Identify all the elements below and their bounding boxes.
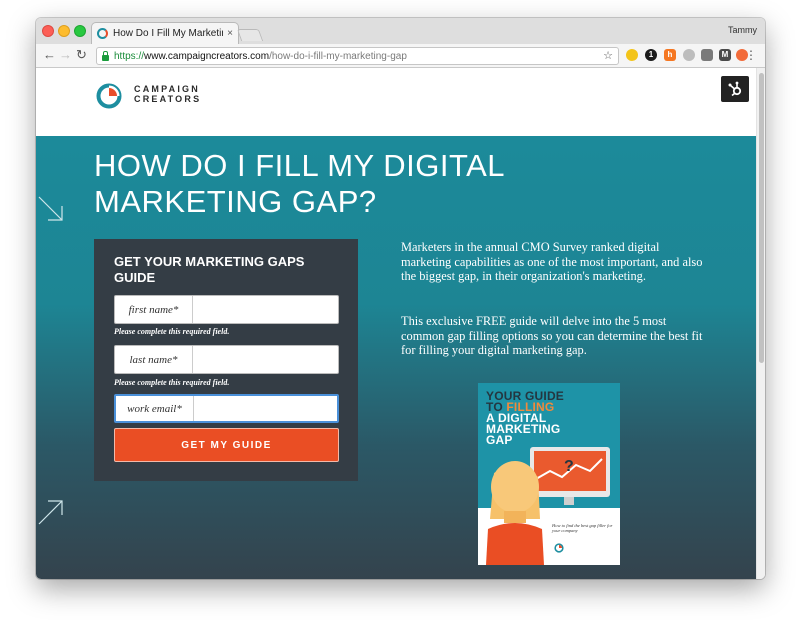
page-title: HOW DO I FILL MY DIGITAL MARKETING GAP? (94, 148, 504, 219)
hubspot-sprocket-icon[interactable]: h (664, 49, 676, 61)
work-email-field[interactable]: work email* (114, 394, 339, 423)
last-name-field[interactable]: last name* (114, 345, 339, 374)
browser-tab[interactable]: How Do I Fill My Marketing Gap × (91, 22, 239, 44)
first-name-label: first name* (115, 296, 193, 323)
page-scrollbar[interactable] (756, 68, 765, 579)
logo-text[interactable]: CAMPAIGN CREATORS (134, 84, 201, 104)
tab-title: How Do I Fill My Marketing Gap (113, 28, 223, 39)
new-tab-button[interactable] (236, 29, 264, 41)
reload-icon[interactable]: ↻ (76, 47, 87, 63)
guide-paragraph: This exclusive FREE guide will delve int… (401, 314, 703, 358)
hubspot-badge[interactable] (721, 76, 749, 102)
intro-paragraph: Marketers in the annual CMO Survey ranke… (401, 240, 703, 284)
tab-close-icon[interactable]: × (227, 28, 233, 39)
campaign-creators-logo-icon[interactable] (96, 83, 122, 109)
browser-menu-icon[interactable]: ⋮ (745, 48, 757, 62)
site-header: CAMPAIGN CREATORS (36, 68, 756, 136)
back-arrow-icon[interactable]: ← (43, 47, 56, 63)
logo-line-2: CREATORS (134, 94, 202, 104)
close-window-button[interactable] (42, 25, 54, 37)
mixmax-icon[interactable]: M (719, 49, 731, 61)
browser-toolbar: ← → ↻ https:// www.campaigncreators.com … (36, 44, 765, 68)
page-viewport: CAMPAIGN CREATORS HOW DO I FILL MY DIGIT… (36, 68, 756, 579)
bookmark-icon[interactable] (701, 49, 713, 61)
url-scheme: https:// (114, 50, 145, 62)
minimize-window-button[interactable] (58, 25, 70, 37)
forward-arrow-icon[interactable]: → (59, 47, 72, 63)
lead-form: GET YOUR MARKETING GAPS GUIDE first name… (94, 239, 358, 481)
first-name-field[interactable]: first name* (114, 295, 339, 324)
url-host: www.campaigncreators.com (144, 50, 270, 62)
first-name-error: Please complete this required field. (114, 327, 230, 336)
question-mark: ? (564, 458, 574, 475)
book-note: How to find the best gap filler for your… (552, 523, 613, 533)
logo-line-1: CAMPAIGN (134, 84, 200, 94)
tab-bar: How Do I Fill My Marketing Gap × Tammy (36, 18, 765, 44)
hubspot-sprocket-icon (728, 81, 742, 97)
book-logo-icon (554, 543, 564, 553)
form-heading: GET YOUR MARKETING GAPS GUIDE (114, 254, 305, 285)
one-password-icon[interactable]: 1 (645, 49, 657, 61)
scrollbar-thumb[interactable] (759, 73, 764, 363)
lock-icon (102, 50, 109, 61)
url-path: /how-do-i-fill-my-marketing-gap (269, 50, 407, 62)
profile-name[interactable]: Tammy (728, 25, 757, 35)
maximize-window-button[interactable] (74, 25, 86, 37)
arrow-up-right-icon (38, 500, 63, 525)
address-bar[interactable]: https:// www.campaigncreators.com /how-d… (96, 47, 619, 65)
emoji-icon[interactable] (626, 49, 638, 61)
browser-window: How Do I Fill My Marketing Gap × Tammy ←… (36, 18, 765, 579)
book-title: YOUR GUIDE TO FILLING A DIGITAL MARKETIN… (486, 390, 606, 446)
last-name-error: Please complete this required field. (114, 378, 230, 387)
arrow-down-right-icon (38, 196, 63, 221)
bookmark-star-icon[interactable]: ☆ (603, 49, 613, 62)
work-email-label: work email* (116, 396, 194, 421)
chrome-ext-icon[interactable] (683, 49, 695, 61)
guide-book-cover: YOUR GUIDE TO FILLING A DIGITAL MARKETIN… (478, 383, 620, 565)
person-illustration-icon (486, 461, 544, 565)
get-my-guide-button[interactable]: GET MY GUIDE (114, 428, 339, 462)
campaign-creators-favicon-icon (97, 28, 108, 39)
last-name-label: last name* (115, 346, 193, 373)
hero-section: HOW DO I FILL MY DIGITAL MARKETING GAP? … (36, 136, 756, 579)
